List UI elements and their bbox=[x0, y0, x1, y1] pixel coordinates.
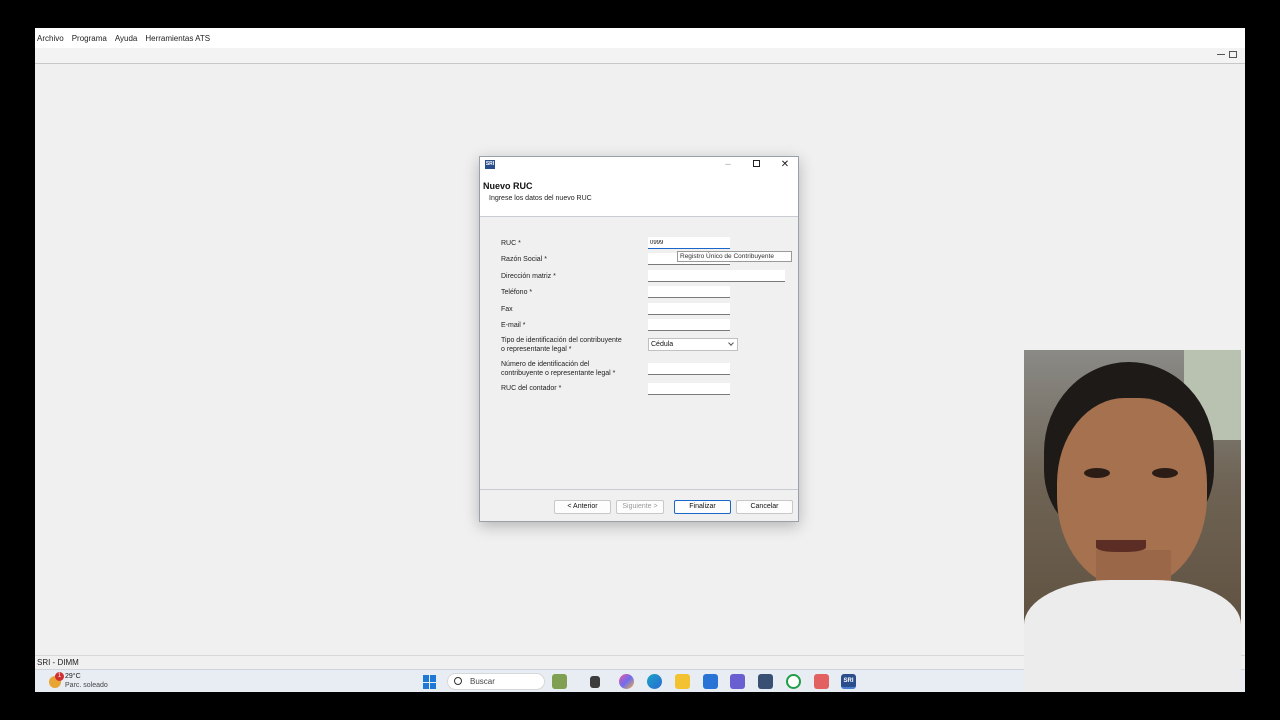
close-icon[interactable]: ✕ bbox=[775, 158, 795, 172]
menu-programa[interactable]: Programa bbox=[72, 34, 107, 43]
dialog-titlebar[interactable]: SRI – ✕ bbox=[480, 157, 798, 173]
dialog-subtitle: Ingrese los datos del nuevo RUC bbox=[489, 195, 592, 202]
dialog-title: Nuevo RUC bbox=[483, 181, 533, 191]
razon-social-label: Razón Social * bbox=[501, 256, 547, 263]
direccion-matriz-input[interactable] bbox=[648, 270, 785, 282]
teams-icon[interactable] bbox=[730, 674, 745, 689]
menu-ayuda[interactable]: Ayuda bbox=[115, 34, 138, 43]
minimize-icon[interactable]: – bbox=[718, 158, 738, 172]
maximize-icon[interactable] bbox=[746, 158, 766, 172]
tipo-identificacion-select[interactable]: Cédula bbox=[648, 338, 738, 351]
footer-divider bbox=[480, 489, 798, 490]
mdi-toolbar bbox=[35, 48, 1245, 64]
fax-label: Fax bbox=[501, 306, 513, 313]
finalizar-button[interactable]: Finalizar bbox=[674, 500, 731, 514]
menu-herramientas-ats[interactable]: Herramientas ATS bbox=[145, 34, 210, 43]
dialog-header: Nuevo RUC Ingrese los datos del nuevo RU… bbox=[480, 173, 798, 217]
tipo-identificacion-label-line2: o representante legal * bbox=[501, 346, 572, 353]
numero-identificacion-label-line2: contribuyente o representante legal * bbox=[501, 370, 616, 377]
weather-condition: Parc. soleado bbox=[65, 682, 108, 689]
tipo-identificacion-value: Cédula bbox=[651, 341, 674, 348]
store-icon[interactable] bbox=[758, 674, 773, 689]
telefono-label: Teléfono * bbox=[501, 289, 533, 296]
fax-input[interactable] bbox=[648, 303, 730, 315]
search-placeholder: Buscar bbox=[470, 677, 495, 686]
search-icon bbox=[454, 677, 462, 685]
webcam-overlay bbox=[1024, 350, 1241, 692]
sri-app-icon[interactable]: SRI bbox=[841, 674, 856, 689]
weather-temp: 29°C bbox=[65, 673, 81, 680]
email-label: E-mail * bbox=[501, 322, 526, 329]
tipo-identificacion-label: Tipo de identificación del contribuyente… bbox=[501, 336, 622, 354]
copilot-icon[interactable] bbox=[619, 674, 634, 689]
numero-identificacion-label: Número de identificación del contribuyen… bbox=[501, 360, 615, 378]
edge-icon[interactable] bbox=[647, 674, 662, 689]
snipping-icon[interactable] bbox=[814, 674, 829, 689]
ruc-label: RUC * bbox=[501, 240, 521, 247]
mdi-maximize-icon[interactable] bbox=[1229, 51, 1237, 58]
folder-icon[interactable] bbox=[675, 674, 690, 689]
cancelar-button[interactable]: Cancelar bbox=[736, 500, 793, 514]
numero-identificacion-input[interactable] bbox=[648, 363, 730, 375]
menu-bar: Archivo Programa Ayuda Herramientas ATS bbox=[35, 28, 1245, 48]
whatsapp-icon[interactable] bbox=[786, 674, 801, 689]
sri-logo-icon: SRI bbox=[485, 160, 495, 169]
email-input[interactable] bbox=[648, 319, 730, 331]
numero-identificacion-label-line1: Número de identificación del bbox=[501, 361, 590, 368]
weather-widget[interactable]: 1 29°C Parc. soleado bbox=[45, 672, 115, 692]
anterior-button[interactable]: < Anterior bbox=[554, 500, 611, 514]
menu-archivo[interactable]: Archivo bbox=[37, 34, 64, 43]
mdi-minimize-icon[interactable] bbox=[1217, 51, 1225, 55]
taskbar-search[interactable]: Buscar bbox=[447, 673, 545, 690]
telefono-input[interactable] bbox=[648, 286, 730, 298]
mail-icon[interactable] bbox=[703, 674, 718, 689]
weather-badge: 1 bbox=[55, 672, 64, 681]
siguiente-button[interactable]: Siguiente > bbox=[616, 500, 664, 514]
widgets-icon[interactable] bbox=[552, 674, 567, 689]
windows-start-icon[interactable] bbox=[423, 675, 437, 689]
files-icon[interactable] bbox=[590, 676, 600, 688]
ruc-tooltip: Registro Único de Contribuyente bbox=[677, 251, 792, 262]
nuevo-ruc-dialog: SRI – ✕ Nuevo RUC Ingrese los datos del … bbox=[479, 156, 799, 522]
tipo-identificacion-label-line1: Tipo de identificación del contribuyente bbox=[501, 337, 622, 344]
ruc-contador-input[interactable] bbox=[648, 383, 730, 395]
ruc-input[interactable] bbox=[648, 237, 730, 249]
ruc-contador-label: RUC del contador * bbox=[501, 385, 562, 392]
direccion-matriz-label: Dirección matriz * bbox=[501, 273, 556, 280]
chevron-down-icon bbox=[728, 340, 734, 346]
